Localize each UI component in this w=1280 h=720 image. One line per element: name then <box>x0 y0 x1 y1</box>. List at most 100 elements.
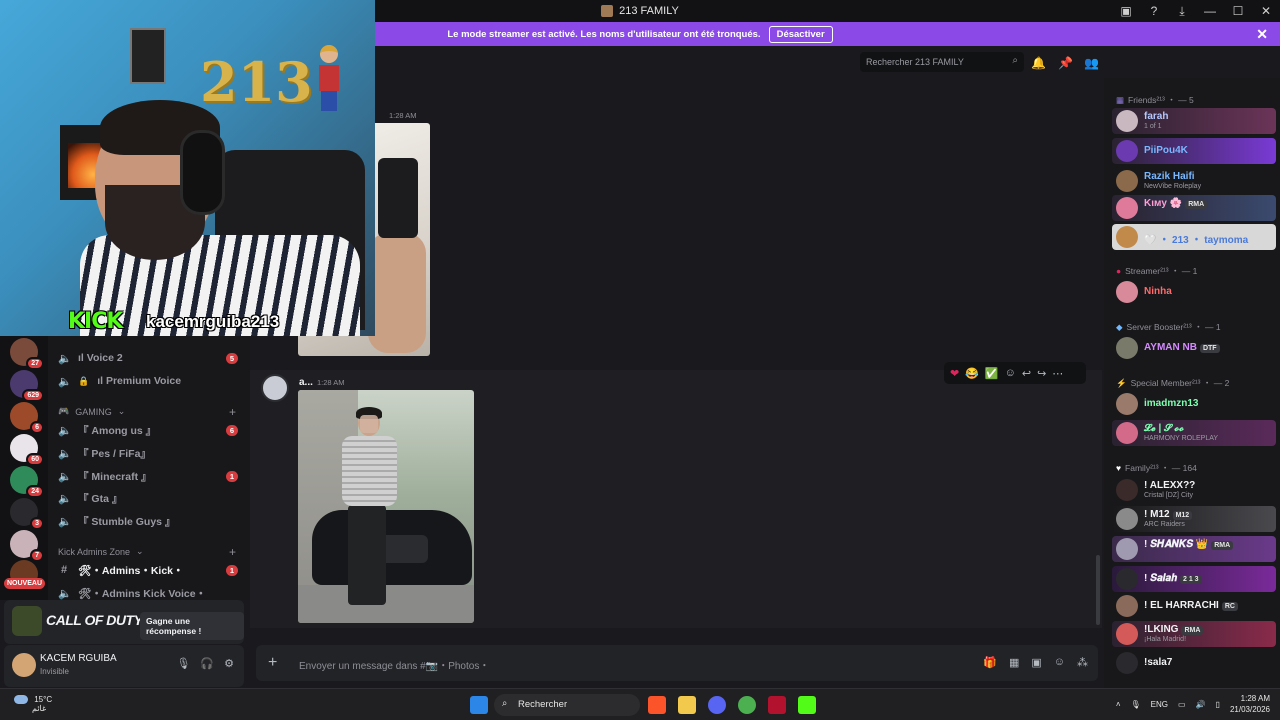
laugh-reaction-icon[interactable]: 😂 <box>965 367 979 380</box>
kick-app-icon[interactable] <box>798 696 816 714</box>
channel-voice-2[interactable]: 🔈 ıl Voice 2 5 <box>58 348 244 368</box>
server-icon-3[interactable]: 6 <box>10 402 44 434</box>
pin-icon[interactable]: 📌 <box>1058 56 1073 70</box>
category-gaming[interactable]: 🎮 GAMING ⌄ + <box>58 405 244 419</box>
battery-icon[interactable]: ▯ <box>1216 700 1220 709</box>
server-icon-2[interactable]: 629 <box>10 370 44 402</box>
channel-pes-fifa[interactable]: 🔈 『 Pes / FiFa』 <box>58 443 244 463</box>
gift-icon[interactable]: 🎁 <box>983 656 997 669</box>
taskbar-search[interactable]: ⌕ Rechercher <box>494 694 640 716</box>
member-row[interactable]: farah 1 of 1 <box>1112 108 1276 134</box>
download-icon[interactable]: ⤓ <box>1168 4 1196 19</box>
more-icon[interactable]: ⋯ <box>1052 367 1063 380</box>
sticker-icon[interactable]: ▣ <box>1031 656 1041 669</box>
heart-reaction-icon[interactable]: ❤ <box>950 367 959 380</box>
server-icon-6[interactable]: 3 <box>10 498 44 530</box>
photo-attachment-2[interactable] <box>298 390 474 623</box>
avatar[interactable] <box>261 374 289 402</box>
channel-label: 🛠・Admins・Kick・ <box>78 564 184 577</box>
microphone-icon[interactable]: 🎙 <box>1131 700 1141 709</box>
inbox-icon[interactable]: ▣ <box>1112 4 1140 18</box>
member-row[interactable]: Razik Haifi NewVibe Roleplay <box>1112 168 1276 194</box>
channel-gta[interactable]: 🔈 『 Gta 』 <box>58 488 244 508</box>
member-category: ♥ Family²¹³ ・ — 164 <box>1116 462 1197 474</box>
reply-icon[interactable]: ↩ <box>1022 367 1031 380</box>
reward-button[interactable]: Gagne une récompense ! <box>140 612 244 640</box>
minimize-button[interactable]: — <box>1196 4 1224 18</box>
channel-among-us[interactable]: 🔈 『 Among us 』 6 <box>58 420 244 440</box>
add-reaction-icon[interactable]: ☺ <box>1005 367 1016 379</box>
discord-icon[interactable] <box>708 696 726 714</box>
members-icon[interactable]: 👥 <box>1084 56 1099 70</box>
server-icon-4[interactable]: 60 <box>10 434 44 466</box>
bell-icon[interactable]: 🔔 <box>1031 56 1046 70</box>
disable-streamer-button[interactable]: Désactiver <box>768 25 833 43</box>
member-row[interactable]: imadmzn13 <box>1112 391 1276 417</box>
member-row[interactable]: ! ALEXX?? Cristal [DZ] City <box>1112 477 1276 503</box>
maximize-button[interactable]: ☐ <box>1224 4 1252 18</box>
server-badge: 24 <box>26 485 44 498</box>
message-composer[interactable]: + Envoyer un message dans #📷・Photos・ 🎁 ▦… <box>256 645 1098 681</box>
member-row[interactable]: Ninha <box>1112 279 1276 305</box>
help-icon[interactable]: ? <box>1140 4 1168 18</box>
gear-icon[interactable]: ⚙ <box>224 657 234 670</box>
user-avatar[interactable] <box>12 653 36 677</box>
apps-icon[interactable]: ⁂ <box>1077 656 1088 669</box>
category-kick-admins[interactable]: Kick Admins Zone ⌄ + <box>58 545 244 559</box>
server-icon-1[interactable]: 27 <box>10 338 44 370</box>
channel-stumble-guys[interactable]: 🔈 『 Stumble Guys 』 <box>58 511 244 531</box>
chat-scrollbar[interactable] <box>1096 555 1100 625</box>
file-explorer-icon[interactable] <box>678 696 696 714</box>
search-input[interactable]: Rechercher 213 FAMILY ⌕ <box>860 52 1024 72</box>
member-category: ◆ Server Booster²¹³ ・ — 1 <box>1116 321 1221 333</box>
channel-premium-voice[interactable]: 🔈 🔒 ıl Premium Voice <box>58 371 244 391</box>
member-row[interactable]: AYMAN NB DTF <box>1112 335 1276 361</box>
member-row[interactable]: ! 𝑺𝒂𝒍𝒂𝒉 2 1 3 <box>1112 566 1276 592</box>
language-indicator[interactable]: ENG <box>1151 700 1168 709</box>
add-channel-icon[interactable]: + <box>229 405 236 419</box>
adobe-icon[interactable] <box>768 696 786 714</box>
chevron-up-icon[interactable]: ˄ <box>1116 700 1121 709</box>
member-name-text: ! EL HARRACHI <box>1144 600 1219 611</box>
user-name[interactable]: KACEM RGUIBA <box>40 653 117 664</box>
member-row[interactable]: 🤍 ・ 213 ・ taymoma <box>1112 224 1276 250</box>
member-row[interactable]: !LKING RMA ¡Hala Madrid! <box>1112 621 1276 647</box>
member-list: ▦ Friends²¹³ ・ — 5 farah 1 of 1 PiiPou4K R… <box>1104 78 1280 688</box>
add-channel-icon[interactable]: + <box>229 545 236 559</box>
category-label: Streamer²¹³ ・ — 1 <box>1125 266 1198 276</box>
chrome-icon[interactable] <box>738 696 756 714</box>
network-icon[interactable]: ▭ <box>1178 700 1186 709</box>
app-root: 213 FAMILY ▣ ? ⤓ — ☐ ✕ Le mode streamer … <box>0 0 1280 720</box>
promo-card[interactable]: CALL OF DUTY Gagne une récompense ! <box>4 600 244 644</box>
member-row[interactable]: 𝓛𝓮 | 𝓢 𝓸𝓸 HARMONY ROLEPLAY <box>1112 420 1276 446</box>
member-row[interactable]: PiiPou4K <box>1112 138 1276 164</box>
member-row[interactable]: !sala7 <box>1112 650 1276 676</box>
check-reaction-icon[interactable]: ✅ <box>985 367 999 380</box>
search-icon: ⌕ <box>502 698 508 709</box>
server-icon-5[interactable]: 24 <box>10 466 44 498</box>
message-author[interactable]: a... <box>299 377 313 388</box>
chevron-down-icon: ⌄ <box>136 546 144 556</box>
close-banner-icon[interactable]: ✕ <box>1256 26 1268 43</box>
headphones-icon[interactable]: 🎧 <box>200 657 214 670</box>
channel-minecraft[interactable]: 🔈 『 Minecraft 』 1 <box>58 466 244 486</box>
emoji-icon[interactable]: ☺ <box>1054 656 1065 669</box>
gif-icon[interactable]: ▦ <box>1009 656 1019 669</box>
microphone-icon[interactable]: 🎙 <box>176 657 190 670</box>
member-row[interactable]: ! EL HARRACHI RC <box>1112 593 1276 619</box>
close-window-button[interactable]: ✕ <box>1252 4 1280 18</box>
member-row[interactable]: ! M12 M12 ARC Raiders <box>1112 506 1276 532</box>
clock[interactable]: 1:28 AM 21/03/2026 <box>1230 693 1270 715</box>
server-icon-7[interactable]: 7 <box>10 530 44 562</box>
brave-icon[interactable] <box>648 696 666 714</box>
composer-placeholder: Envoyer un message dans #📷・Photos・ <box>299 661 490 672</box>
member-row[interactable]: ! 𝑺𝑯𝑨𝑵𝑲𝑺 👑 RMA <box>1112 536 1276 562</box>
forward-icon[interactable]: ↪ <box>1037 367 1046 380</box>
add-attachment-icon[interactable]: + <box>268 654 277 672</box>
weather-widget[interactable]: 15°C غائم <box>14 695 52 713</box>
windows-start-icon[interactable] <box>470 696 488 714</box>
volume-icon[interactable]: 🔊 <box>1196 700 1206 709</box>
avatar <box>1116 170 1138 192</box>
channel-admins-kick[interactable]: # 🛠・Admins・Kick・ 1 <box>58 560 244 580</box>
member-row[interactable]: Kιмy 🌸 RMA <box>1112 195 1276 221</box>
